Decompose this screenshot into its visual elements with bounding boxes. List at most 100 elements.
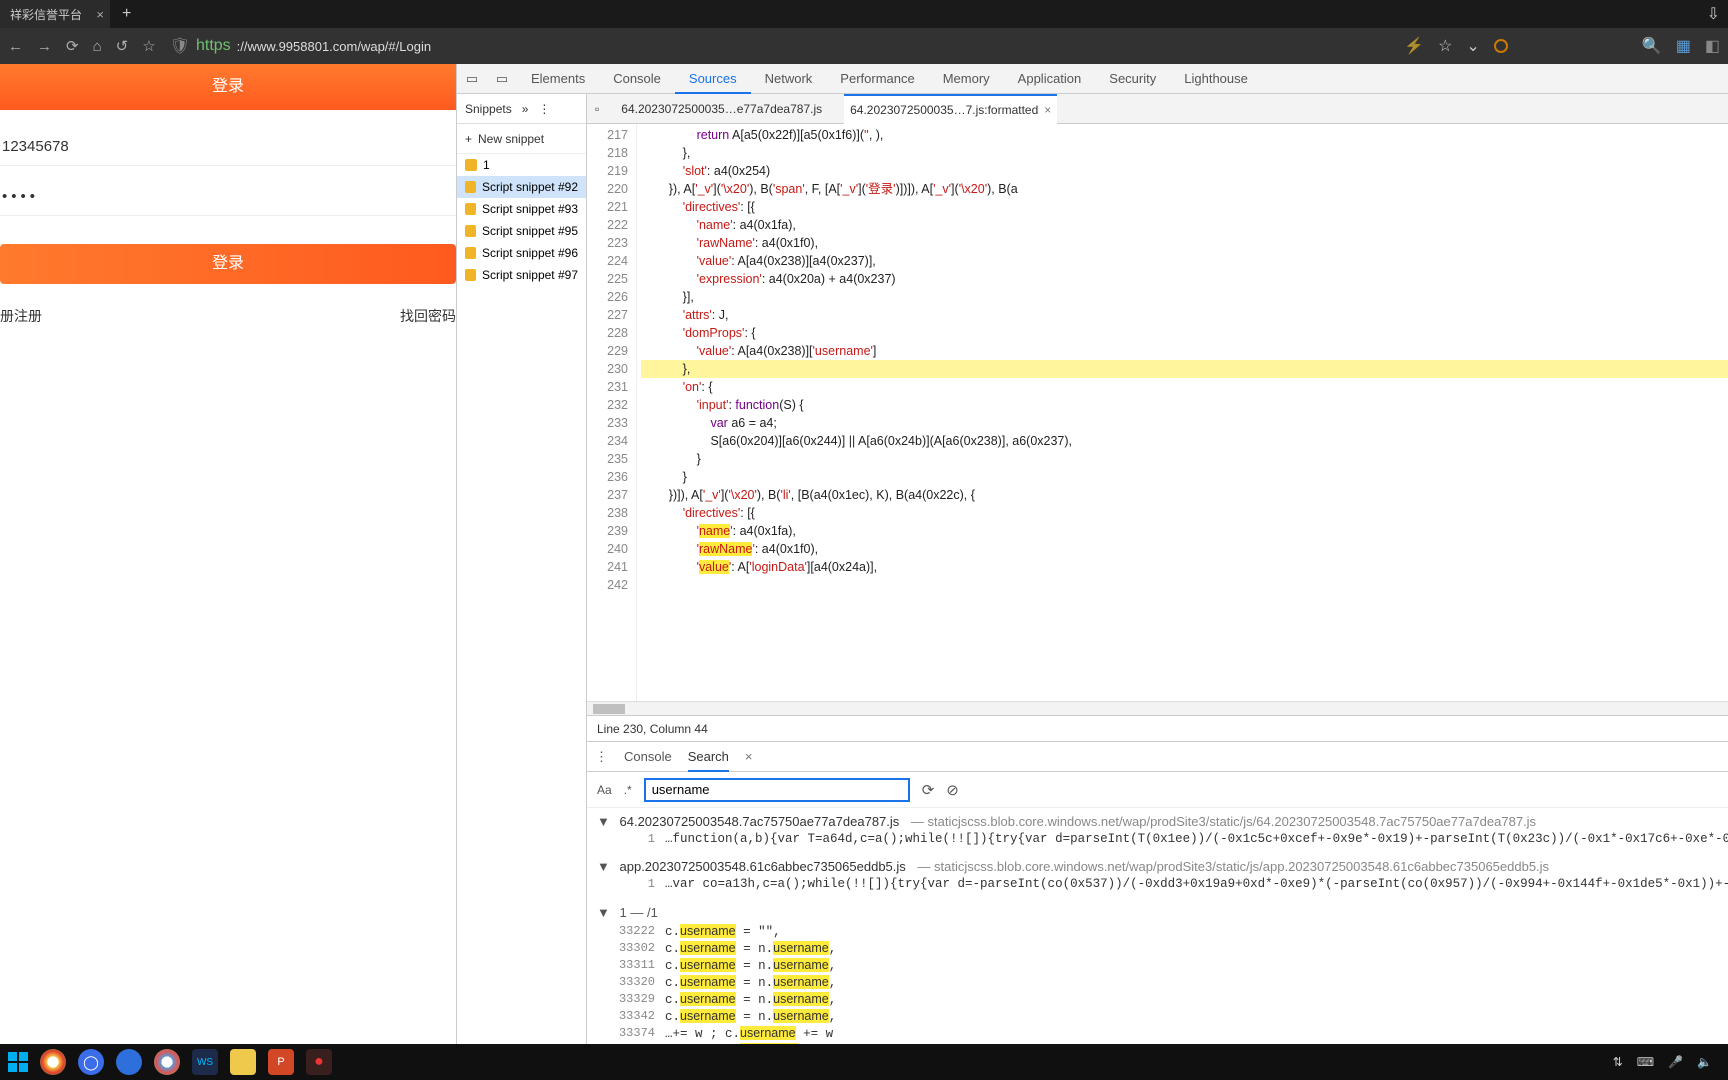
result-file-1[interactable]: ▼ 64.20230725003548.7ac75750ae77a7dea787… xyxy=(587,812,1728,831)
snippet-item[interactable]: Script snippet #96 xyxy=(457,242,586,264)
star-icon[interactable]: ☆ xyxy=(142,37,155,55)
profile-icon[interactable]: ◧ xyxy=(1705,36,1720,56)
devtools-tab-memory[interactable]: Memory xyxy=(929,64,1004,94)
browser-tab[interactable]: 祥彩信誉平台 × xyxy=(0,0,110,28)
devtools-tab-security[interactable]: Security xyxy=(1095,64,1170,94)
devtools-tab-console[interactable]: Console xyxy=(599,64,675,94)
home-icon[interactable]: ⌂ xyxy=(93,38,102,55)
keyboard-icon[interactable]: ⌨ xyxy=(1637,1055,1654,1069)
devtools-tab-network[interactable]: Network xyxy=(751,64,827,94)
snippet-icon xyxy=(465,269,476,281)
windows-taskbar: ◯ WS P ● ⇅ ⌨ 🎤 🔈 xyxy=(0,1044,1728,1080)
phone-field[interactable]: 12345678 xyxy=(0,128,456,166)
url-scheme: https xyxy=(196,37,231,55)
console-tab[interactable]: Console xyxy=(624,742,672,772)
device-icon[interactable]: ▭ xyxy=(487,71,517,87)
horizontal-scrollbar[interactable] xyxy=(587,701,1728,715)
files-icon[interactable] xyxy=(230,1049,256,1075)
file-name: 64.20230725003548.7ac75750ae77a7dea787.j… xyxy=(620,814,900,829)
webstorm-icon[interactable]: WS xyxy=(192,1049,218,1075)
browser-titlebar: 祥彩信誉平台 × + ⇩ xyxy=(0,0,1728,28)
search-tab[interactable]: Search xyxy=(688,742,729,772)
start-button[interactable] xyxy=(8,1052,28,1072)
url-bar[interactable]: 🛡 https ://www.9958801.com/wap/#/Login xyxy=(170,36,1390,56)
code-content[interactable]: return A[a5(0x22f)][a5(0x1f6)]('', ), },… xyxy=(637,124,1728,701)
forgot-password-link[interactable]: 找回密码 xyxy=(400,306,456,326)
line-number: 33222 xyxy=(617,924,665,939)
undo-icon[interactable]: ↺ xyxy=(116,37,129,55)
file-tab-1[interactable]: 64.2023072500035…e77a7dea787.js xyxy=(615,94,828,124)
snippet-item[interactable]: 1 xyxy=(457,154,586,176)
powerpoint-icon[interactable]: P xyxy=(268,1049,294,1075)
lens-icon[interactable] xyxy=(1494,39,1508,53)
new-tab-button[interactable]: + xyxy=(122,5,131,23)
result-file-2[interactable]: ▼ app.20230725003548.61c6abbec735065eddb… xyxy=(587,857,1728,876)
file-tab-2[interactable]: 64.2023072500035…7.js:formatted × xyxy=(844,94,1057,124)
devtools-tab-lighthouse[interactable]: Lighthouse xyxy=(1170,64,1262,94)
nav-icon[interactable]: ▫ xyxy=(595,102,599,116)
snippet-label: Script snippet #92 xyxy=(482,180,578,194)
reload-icon[interactable]: ⟳ xyxy=(66,37,79,55)
match-case-toggle[interactable]: Aa xyxy=(597,783,612,797)
record-icon[interactable]: ● xyxy=(306,1049,332,1075)
search-input[interactable] xyxy=(644,778,910,802)
inspect-icon[interactable]: ▭ xyxy=(457,71,487,87)
line-text: c.username = "", xyxy=(665,924,781,939)
chrome-dev-icon[interactable] xyxy=(154,1049,180,1075)
devtools-tab-performance[interactable]: Performance xyxy=(826,64,928,94)
kebab-icon[interactable]: ⋮ xyxy=(595,749,608,765)
kebab-icon[interactable]: ⋮ xyxy=(538,102,550,116)
result-line[interactable]: 33311c.username = n.username, xyxy=(587,957,1728,974)
login-button[interactable]: 登录 xyxy=(0,244,456,284)
app-icon[interactable]: ◯ xyxy=(78,1049,104,1075)
register-link[interactable]: 册注册 xyxy=(0,306,42,326)
file-tab-2-label: 64.2023072500035…7.js:formatted xyxy=(850,103,1038,117)
result-line[interactable]: 1 …var co=a13h,c=a();while(!![]){try{var… xyxy=(587,876,1728,892)
snippets-sidebar: Snippets » ⋮ + New snippet 1 Script snipp… xyxy=(457,94,587,1080)
download-icon[interactable]: ⇩ xyxy=(1707,4,1720,24)
snippet-label: Script snippet #97 xyxy=(482,268,578,282)
back-icon[interactable]: ← xyxy=(8,38,23,55)
snippet-item[interactable]: Script snippet #95 xyxy=(457,220,586,242)
snippet-item[interactable]: Script snippet #97 xyxy=(457,264,586,286)
clear-icon[interactable]: ⊘ xyxy=(946,781,959,799)
bookmark-icon[interactable]: ☆ xyxy=(1438,36,1452,56)
search-icon[interactable]: 🔍 xyxy=(1642,36,1662,56)
tray-icon[interactable]: ⇅ xyxy=(1613,1055,1623,1069)
speaker-icon[interactable]: 🔈 xyxy=(1697,1055,1712,1069)
line-text: c.username = n.username, xyxy=(665,992,836,1007)
password-field[interactable]: •••• xyxy=(0,178,456,216)
refresh-icon[interactable]: ⟳ xyxy=(922,781,935,799)
devtools-tab-sources[interactable]: Sources xyxy=(675,64,751,94)
line-number: 33329 xyxy=(617,992,665,1007)
result-line[interactable]: 33374…+= w ; c.username += w xyxy=(587,1025,1728,1042)
page-title: 登录 xyxy=(0,64,456,110)
mic-icon[interactable]: 🎤 xyxy=(1668,1055,1683,1069)
result-line[interactable]: 33329c.username = n.username, xyxy=(587,991,1728,1008)
close-icon[interactable]: × xyxy=(96,7,104,22)
chrome-icon[interactable] xyxy=(40,1049,66,1075)
devtools-tab-elements[interactable]: Elements xyxy=(517,64,599,94)
result-line[interactable]: 1 …function(a,b){var T=a64d,c=a();while(… xyxy=(587,831,1728,847)
chevron-down-icon[interactable]: ⌄ xyxy=(1466,36,1479,56)
snippets-title[interactable]: Snippets xyxy=(465,102,512,116)
bottom-drawer: ⋮ Console Search × Aa .* ⟳ ⊘ ▼ xyxy=(587,741,1728,1080)
result-line[interactable]: 33302c.username = n.username, xyxy=(587,940,1728,957)
more-icon[interactable]: » xyxy=(522,102,529,116)
result-line[interactable]: 33342c.username = n.username, xyxy=(587,1008,1728,1025)
flash-icon[interactable]: ⚡ xyxy=(1404,36,1424,56)
result-line[interactable]: 33222c.username = "", xyxy=(587,923,1728,940)
devtools: ▭ ▭ ElementsConsoleSourcesNetworkPerform… xyxy=(456,64,1728,1080)
snippet-item[interactable]: Script snippet #92 xyxy=(457,176,586,198)
snippet-item[interactable]: Script snippet #93 xyxy=(457,198,586,220)
result-line[interactable]: 33320c.username = n.username, xyxy=(587,974,1728,991)
tab-title: 祥彩信誉平台 xyxy=(10,6,82,23)
close-icon[interactable]: × xyxy=(1044,103,1051,117)
close-icon[interactable]: × xyxy=(745,749,753,764)
devtools-tab-application[interactable]: Application xyxy=(1004,64,1096,94)
regex-toggle[interactable]: .* xyxy=(624,783,632,797)
forward-icon[interactable]: → xyxy=(37,38,52,55)
apps-icon[interactable]: ▦ xyxy=(1676,36,1691,56)
app-icon[interactable] xyxy=(116,1049,142,1075)
new-snippet-button[interactable]: + New snippet xyxy=(457,124,586,154)
